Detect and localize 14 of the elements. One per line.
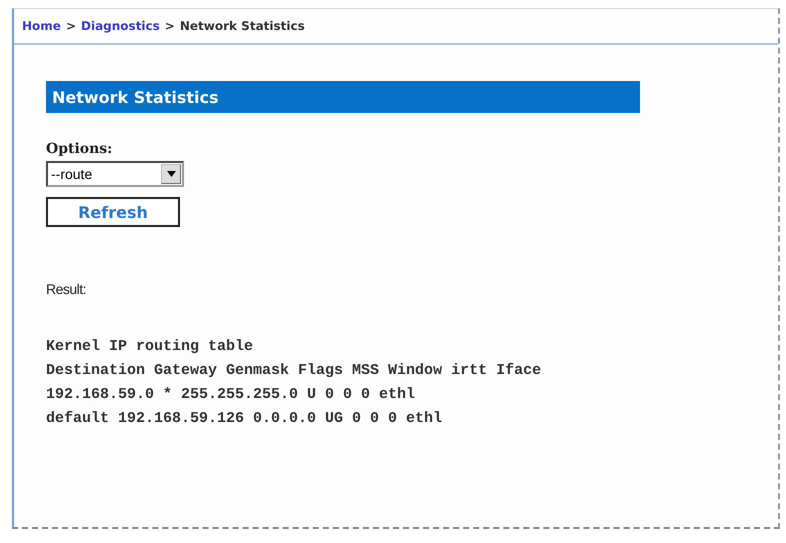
output-line: Kernel IP routing table <box>46 337 254 357</box>
breadcrumb-separator: > <box>164 19 175 33</box>
breadcrumb-link[interactable]: Home <box>22 19 61 33</box>
output-line: default 192.168.59.126 0.0.0.0 UG 0 0 0 ethl <box>46 409 444 429</box>
options-label: Options: <box>46 141 114 157</box>
output-line: Destination Gateway Genmask Flags MSS Window irtt Iface <box>46 361 542 381</box>
result-label: Result: <box>46 281 88 297</box>
section-title: Network Statistics <box>46 81 640 113</box>
breadcrumb-separator: > <box>66 19 76 33</box>
breadcrumb-link[interactable]: Diagnostics <box>81 19 160 33</box>
output-line: 192.168.59.0 * 255.255.255.0 U 0 0 0 ethl <box>46 385 416 405</box>
refresh-button[interactable]: Refresh <box>46 197 180 227</box>
options-dropdown[interactable]: --route <box>46 161 184 187</box>
breadcrumb-current: Network Statistics <box>180 19 305 33</box>
